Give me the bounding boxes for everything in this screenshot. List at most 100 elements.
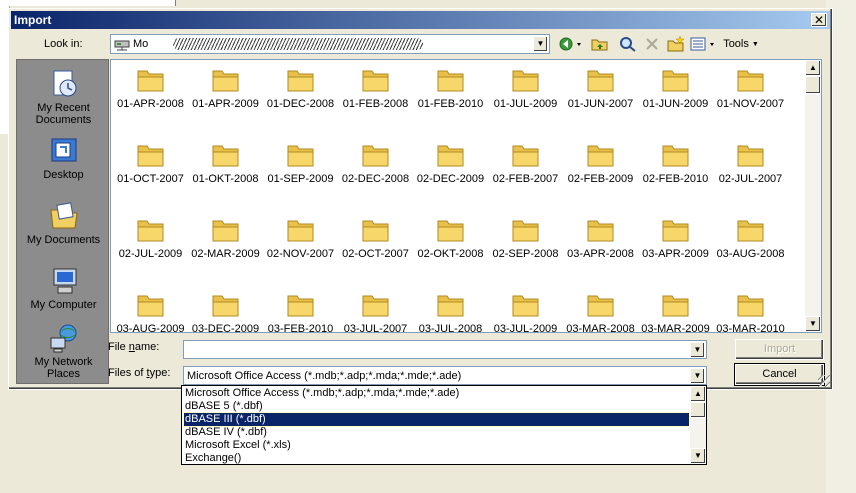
folder-item[interactable]: 03-JUL-2007	[338, 291, 413, 333]
folder-icon	[362, 70, 388, 92]
place-my-network-places[interactable]: My Network Places	[17, 322, 110, 380]
folder-item[interactable]: 03-AUG-2009	[113, 291, 188, 332]
folder-item[interactable]: 02-JUL-2007	[713, 141, 788, 185]
files-of-type-select[interactable]: Microsoft Office Access (*.mdb;*.adp;*.m…	[183, 366, 707, 385]
scroll-thumb[interactable]	[805, 76, 821, 94]
folder-item[interactable]: 02-OKT-2008	[413, 216, 488, 260]
folder-item[interactable]: 01-DEC-2008	[263, 66, 338, 110]
file-name-input[interactable]: ▼	[183, 340, 707, 359]
folder-item[interactable]: 01-JUL-2009	[488, 66, 563, 110]
folder-item[interactable]: 03-MAR-2010	[713, 291, 788, 332]
file-list[interactable]: 01-APR-2008 01-APR-2009 01-DEC-2008 01-FEB-…	[110, 59, 822, 333]
place-my-documents[interactable]: My Documents	[17, 200, 110, 246]
folder-item[interactable]: 01-APR-2008	[113, 66, 188, 110]
look-in-path: Mo	[133, 38, 149, 50]
title-bar[interactable]: Import ✕	[11, 11, 830, 29]
folder-item[interactable]: 01-JUN-2009	[638, 66, 713, 110]
search-web-button[interactable]	[617, 34, 639, 54]
folder-item[interactable]: 02-JUL-2009	[113, 216, 188, 260]
folder-icon	[362, 145, 388, 167]
place-my-recent-documents[interactable]: My Recent Documents	[17, 68, 110, 126]
place-my-computer[interactable]: My Computer	[17, 265, 110, 311]
folder-label: 01-JUN-2009	[642, 98, 709, 110]
files-of-type-dropdown-arrow[interactable]: ▼	[690, 368, 705, 384]
folder-item[interactable]: 01-JUN-2007	[563, 66, 638, 110]
look-in-dropdown-arrow[interactable]: ▼	[533, 36, 548, 52]
folder-label: 03-DEC-2009	[191, 323, 260, 333]
folder-label: 03-JUL-2009	[493, 323, 558, 333]
folder-icon	[137, 145, 163, 167]
close-button[interactable]: ✕	[811, 13, 827, 27]
dropdown-scrollbar[interactable]: ▲ ▼	[690, 386, 706, 464]
scroll-up-button[interactable]: ▲	[805, 60, 821, 76]
views-button[interactable]	[689, 34, 719, 54]
folder-label: 01-SEP-2009	[267, 173, 334, 185]
folder-item[interactable]: 03-JUL-2008	[413, 291, 488, 332]
folder-item[interactable]: 02-OCT-2007	[338, 216, 413, 260]
folder-item[interactable]: 01-OCT-2007	[113, 141, 188, 185]
folder-item[interactable]: 03-FEB-2010	[263, 291, 338, 332]
folder-icon	[737, 295, 763, 317]
back-button[interactable]	[556, 34, 586, 54]
folder-label: 02-DEC-2009	[416, 173, 485, 185]
folder-item[interactable]: 03-APR-2008	[563, 216, 638, 260]
dropdown-scroll-down-button[interactable]: ▼	[690, 448, 706, 464]
folder-item[interactable]: 03-APR-2009	[638, 216, 713, 260]
dropdown-option[interactable]: Microsoft Excel (*.xls)	[184, 439, 689, 452]
place-desktop[interactable]: Desktop	[17, 135, 110, 181]
dropdown-option[interactable]: dBASE III (*.dbf)	[183, 412, 690, 427]
folder-item[interactable]: 01-SEP-2009	[263, 141, 338, 185]
folder-item[interactable]: 03-DEC-2009	[188, 291, 263, 333]
dropdown-option[interactable]: Exchange()	[184, 452, 689, 464]
delete-button[interactable]	[642, 34, 662, 54]
folder-icon	[587, 220, 613, 242]
file-name-dropdown-arrow[interactable]: ▼	[690, 342, 705, 358]
import-button[interactable]: Import	[735, 339, 824, 360]
scroll-down-button[interactable]: ▼	[805, 316, 821, 332]
up-folder-button[interactable]	[589, 34, 611, 54]
folder-item[interactable]: 03-MAR-2008	[563, 291, 638, 332]
folder-label: 03-APR-2008	[567, 248, 634, 260]
folder-icon	[137, 220, 163, 242]
folder-icon	[437, 145, 463, 167]
folder-item[interactable]: 03-MAR-2009	[638, 291, 713, 332]
folder-item[interactable]: 01-APR-2009	[188, 66, 263, 110]
folder-item[interactable]: 02-NOV-2007	[263, 216, 338, 260]
files-of-type-dropdown-list[interactable]: Microsoft Office Access (*.mdb;*.adp;*.m…	[181, 385, 707, 465]
folder-item[interactable]: 02-MAR-2009	[188, 216, 263, 260]
dropdown-option[interactable]: dBASE 5 (*.dbf)	[184, 400, 689, 413]
folder-item[interactable]: 03-JUL-2009	[488, 291, 563, 333]
folder-item[interactable]: 02-SEP-2008	[488, 216, 563, 260]
folder-icon	[737, 220, 763, 242]
look-in-combo[interactable]: Mo ▼	[110, 34, 550, 54]
folder-icon	[662, 70, 688, 92]
folder-icon	[137, 70, 163, 92]
dropdown-option[interactable]: Microsoft Office Access (*.mdb;*.adp;*.m…	[184, 387, 689, 400]
new-folder-button[interactable]	[665, 34, 687, 54]
dropdown-scroll-thumb[interactable]	[690, 402, 706, 418]
folder-item[interactable]: 01-FEB-2008	[338, 66, 413, 110]
folder-item[interactable]: 03-AUG-2008	[713, 216, 788, 260]
folder-label: 03-JUL-2007	[343, 323, 408, 333]
resize-grip[interactable]	[818, 375, 830, 387]
folder-item[interactable]: 01-OKT-2008	[188, 141, 263, 185]
folder-item[interactable]: 01-FEB-2010	[413, 66, 488, 110]
folder-item[interactable]: 02-DEC-2008	[338, 141, 413, 185]
folder-item[interactable]: 02-FEB-2009	[563, 141, 638, 185]
my-documents-icon	[49, 202, 78, 229]
dropdown-option[interactable]: dBASE IV (*.dbf)	[184, 426, 689, 439]
files-of-type-selected: Microsoft Office Access (*.mdb;*.adp;*.m…	[187, 370, 462, 382]
dropdown-scroll-up-button[interactable]: ▲	[690, 386, 706, 402]
folder-item[interactable]: 02-DEC-2009	[413, 141, 488, 185]
folder-label: 02-MAR-2009	[191, 248, 260, 260]
tools-menu-button[interactable]: Tools ▼	[721, 34, 761, 54]
network-places-icon	[50, 324, 76, 353]
file-list-scrollbar[interactable]: ▲ ▼	[805, 60, 821, 332]
folder-item[interactable]: 02-FEB-2007	[488, 141, 563, 185]
cancel-button[interactable]: Cancel	[734, 363, 825, 386]
folder-label: 01-NOV-2007	[716, 98, 785, 110]
folder-item[interactable]: 02-FEB-2010	[638, 141, 713, 185]
redacted-path-scribble	[173, 38, 423, 50]
folder-item[interactable]: 01-NOV-2007	[713, 66, 788, 110]
folder-icon	[587, 145, 613, 167]
